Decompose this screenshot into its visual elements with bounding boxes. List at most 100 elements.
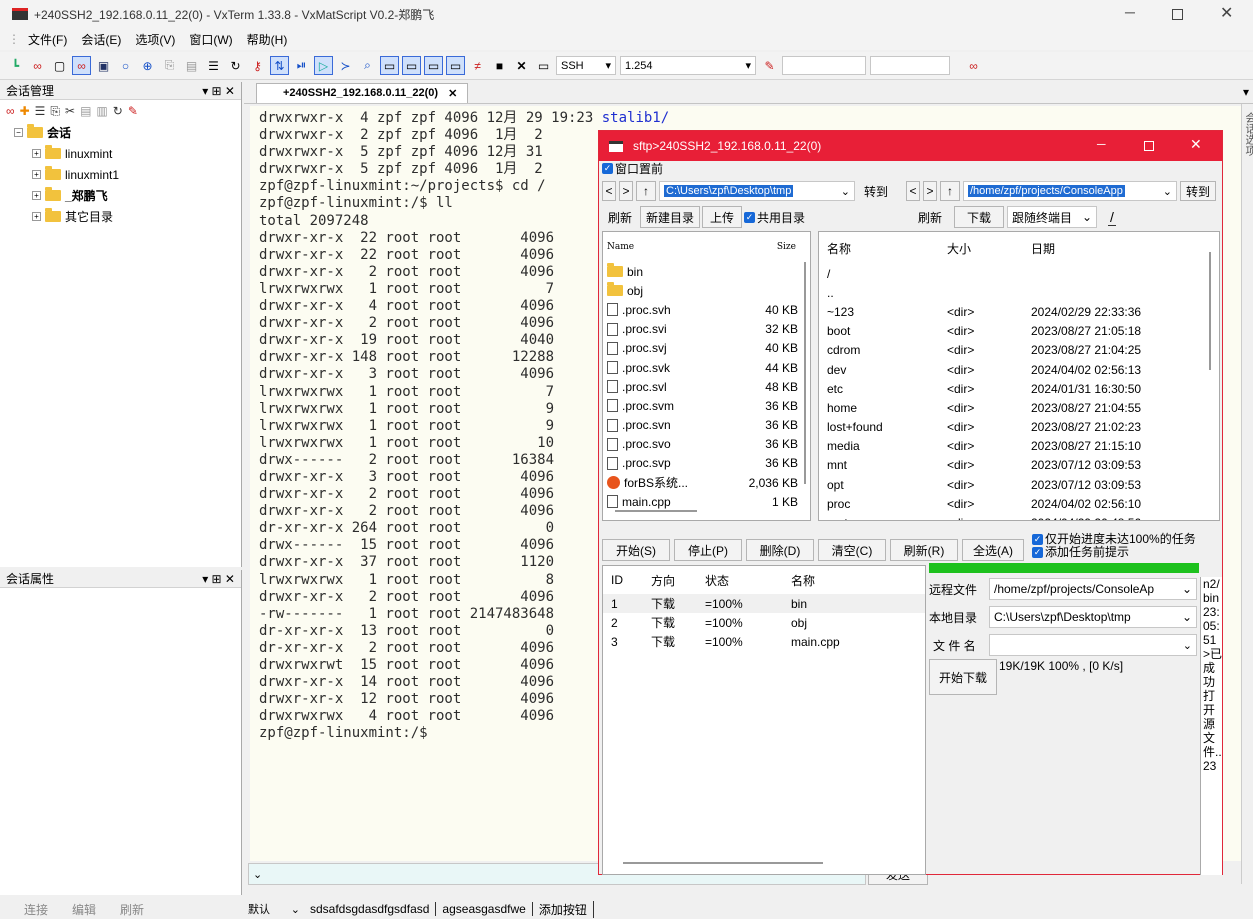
task-start-button[interactable]: 开始(S) [602,539,670,561]
add-icon[interactable]: ✚ [20,104,30,118]
list-icon[interactable]: ☰ [35,104,46,118]
local-dir-select[interactable]: C:\Users\zpf\Desktop\tmp ⌄ [989,606,1197,628]
local-file-row[interactable]: .proc.svo 36 KB [603,435,810,454]
tree-item-other[interactable]: + 其它目录 [14,206,241,227]
remote-file-row[interactable]: boot <dir> 2023/08/27 21:05:18 [819,322,1219,341]
connect-icon[interactable]: ┗ [6,56,25,75]
forward-button[interactable]: > [619,181,633,201]
shared-dir-checkbox[interactable]: ✓ [744,211,755,223]
local-goto-button[interactable]: 转到 [858,181,894,201]
toolbar-input-2[interactable] [870,56,950,75]
local-file-row[interactable]: .proc.svl 48 KB [603,377,810,396]
no-equal-icon[interactable]: ≠ [468,56,487,75]
local-file-list[interactable]: Name Size bin obj .proc.svh 40 KB .proc.svi 3… [602,231,811,521]
remote-file-row[interactable]: / [819,264,1219,283]
task-row[interactable]: 1 下载 =100% bin [603,594,925,614]
remote-file-row[interactable]: .. [819,283,1219,302]
tab-session[interactable]: +240SSH2_192.168.0.11_22(0) ✕ [256,82,469,103]
close-icon[interactable]: ✕ [1190,136,1202,153]
refresh-icon[interactable]: ↻ [113,104,123,118]
key-icon[interactable]: ⚷ [248,56,267,75]
toolbar-input-1[interactable] [782,56,866,75]
task-opt-prompt[interactable]: ✓ 添加任务前提示 [1032,546,1196,559]
local-file-row[interactable]: .proc.svm 36 KB [603,396,810,415]
back-button[interactable]: < [602,181,616,201]
local-hscrollbar[interactable] [615,510,697,512]
menu-window[interactable]: 窗口(W) [189,31,232,48]
new-file-icon[interactable]: ▢ [50,56,69,75]
remote-file-row[interactable]: lost+found <dir> 2023/08/27 21:02:23 [819,418,1219,437]
follow-terminal-select[interactable]: 跟随终端目 ⌄ [1007,206,1097,228]
forward-button[interactable]: > [923,181,937,201]
layout-icon-4[interactable]: ▭ [446,56,465,75]
add-button[interactable]: 添加按钮 [533,900,594,918]
tree-item-zpf[interactable]: + _郑鹏飞 [14,185,241,206]
upload-button[interactable]: 上传 [702,206,742,228]
remote-scrollbar[interactable] [1209,252,1211,370]
circle-icon[interactable]: ○ [116,56,135,75]
local-file-row[interactable]: .proc.svn 36 KB [603,416,810,435]
new-folder-button[interactable]: 新建目录 [640,206,700,228]
link-icon[interactable]: ∞ [6,104,15,118]
close-icon[interactable]: ✕ [1220,3,1233,23]
col-name[interactable]: Name [607,242,634,252]
task-list[interactable]: ID 方向 状态 名称 1 下载 =100% bin 2 下载 =100% obj 3 下载 =10… [602,565,926,875]
start-download-button[interactable]: 开始下载 [929,659,997,695]
tree-item-linuxmint1[interactable]: + linuxmint1 [14,164,241,185]
local-scrollbar[interactable] [804,262,806,484]
pin-icon[interactable]: ✎ [760,56,779,75]
up-button[interactable]: ↑ [940,181,960,201]
link-icon[interactable]: ∞ [28,56,47,75]
layout-icon-1[interactable]: ▭ [380,56,399,75]
local-file-row[interactable]: .proc.svp 36 KB [603,454,810,473]
remote-goto-button[interactable]: 转到 [1180,181,1216,201]
link-icon-2[interactable]: ∞ [964,56,983,75]
remote-file-row[interactable]: home <dir> 2023/08/27 21:04:55 [819,398,1219,417]
menu-file[interactable]: 文件(F) [28,31,67,48]
list-icon[interactable]: ☰ [204,56,223,75]
col-size[interactable]: 大小 [947,240,1031,257]
local-refresh-button[interactable]: 刷新 [602,206,638,228]
session-options-tab[interactable]: 会话选项 [1242,112,1253,156]
block-icon[interactable]: ■ [490,56,509,75]
remote-refresh-button[interactable]: 刷新 [909,206,951,228]
close-icon[interactable]: ✕ [448,87,457,100]
prompt-icon[interactable]: ≻ [336,56,355,75]
local-file-row[interactable]: .proc.svi 32 KB [603,320,810,339]
protocol-select[interactable]: SSH ▾ [556,56,616,75]
save-icon[interactable]: ▣ [94,56,113,75]
col-status[interactable]: 状态 [705,572,791,589]
button-set-select[interactable]: 默认 ⌄ [244,900,304,919]
local-file-row[interactable]: obj [603,281,810,300]
maximize-icon[interactable] [1172,9,1183,20]
remote-file-list[interactable]: 名称 大小 日期 /.. ~123 <dir> 2024/02/29 22:33:36… [818,231,1220,521]
shared-dir-toggle[interactable]: ✓ 共用目录 [744,209,805,226]
window-icon[interactable]: ▭ [534,56,553,75]
edit-button[interactable]: 编辑 [72,901,96,918]
download-button[interactable]: 下载 [954,206,1004,228]
remote-file-row[interactable]: ~123 <dir> 2024/02/29 22:33:36 [819,302,1219,321]
version-select[interactable]: 1.254 ▾ [620,56,756,75]
remote-file-row[interactable]: mnt <dir> 2023/07/12 03:09:53 [819,456,1219,475]
task-refresh-button[interactable]: 刷新(R) [890,539,958,561]
play-icon[interactable]: ▷ [314,56,333,75]
filename-select[interactable]: ⌄ [989,634,1197,656]
remote-path-select[interactable]: /home/zpf/projects/ConsoleApp ⌄ [963,181,1177,201]
quick-button-2[interactable]: agseasgasdfwe [436,902,533,916]
pin-icon[interactable]: ✎ [128,104,138,118]
col-date[interactable]: 日期 [1031,240,1055,257]
remote-file-row[interactable]: root<dir>2024/04/29 20:48:56 [819,513,1219,520]
copy-icon[interactable]: ⎘ [50,104,60,119]
globe-icon[interactable]: ⊕ [138,56,157,75]
local-file-row[interactable]: .proc.svk 44 KB [603,358,810,377]
remote-file-row[interactable]: proc <dir> 2024/04/02 02:56:10 [819,494,1219,513]
paste-icon[interactable]: ▤ [182,56,201,75]
task-clear-button[interactable]: 清空(C) [818,539,886,561]
paste-icon[interactable]: ▤ [80,104,91,118]
col-name[interactable]: 名称 [791,572,815,589]
quick-button-1[interactable]: sdsafdsgdasdfgsdfasd [304,902,437,916]
remote-file-row[interactable]: dev <dir> 2024/04/02 02:56:13 [819,360,1219,379]
up-button[interactable]: ↑ [636,181,656,201]
checkbox[interactable]: ✓ [1032,534,1043,545]
col-id[interactable]: ID [611,573,651,587]
